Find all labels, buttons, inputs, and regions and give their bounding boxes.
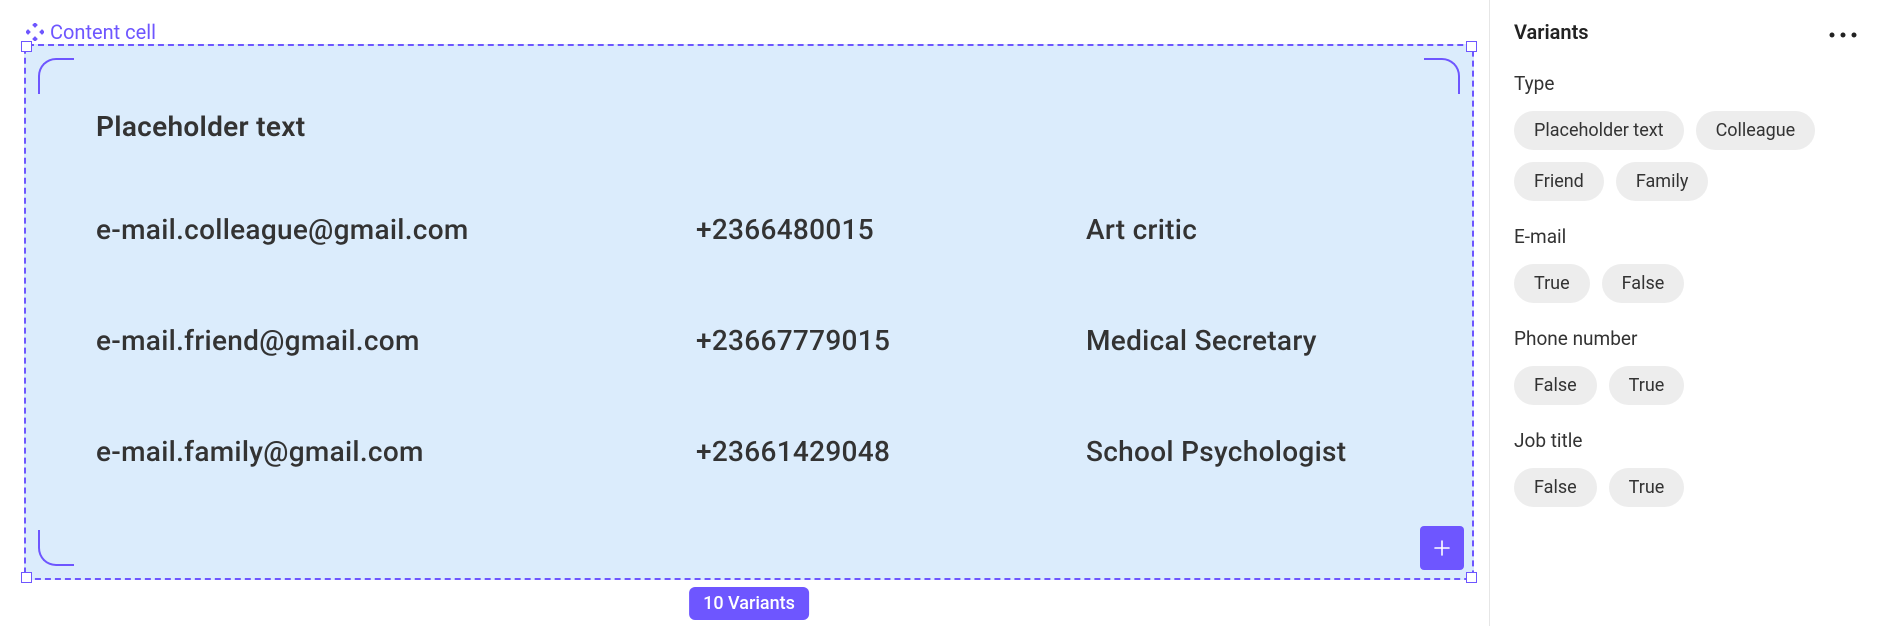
- selection-handle-br[interactable]: [1466, 572, 1477, 583]
- cell-phone: +2366480015: [696, 213, 1086, 246]
- variant-option[interactable]: Placeholder text: [1514, 111, 1684, 150]
- component-icon: [26, 23, 44, 41]
- cell-email: e-mail.colleague@gmail.com: [96, 213, 696, 246]
- variant-option[interactable]: True: [1514, 264, 1590, 303]
- variant-option[interactable]: Friend: [1514, 162, 1604, 201]
- variant-property-type: Type Placeholder text Colleague Friend F…: [1514, 72, 1860, 201]
- cell-job: School Psychologist: [1086, 435, 1346, 468]
- cell-phone: +23667779015: [696, 324, 1086, 357]
- cell-job: Art critic: [1086, 213, 1197, 246]
- variant-option[interactable]: True: [1609, 468, 1685, 507]
- variant-option[interactable]: False: [1602, 264, 1685, 303]
- corner-radius-handle[interactable]: [1424, 530, 1460, 566]
- ellipsis-icon: [1829, 23, 1857, 42]
- selection-handle-tl[interactable]: [21, 41, 32, 52]
- canvas[interactable]: Content cell Placeholder text e-mail.col…: [0, 0, 1489, 626]
- table-row: e-mail.friend@gmail.com +23667779015 Med…: [96, 324, 1402, 357]
- corner-radius-handle[interactable]: [38, 58, 74, 94]
- corner-radius-handle[interactable]: [1424, 58, 1460, 94]
- variants-count-badge[interactable]: 10 Variants: [689, 587, 809, 620]
- variant-option[interactable]: False: [1514, 468, 1597, 507]
- property-label: Job title: [1514, 429, 1860, 452]
- variant-property-email: E-mail True False: [1514, 225, 1860, 303]
- corner-radius-handle[interactable]: [38, 530, 74, 566]
- cell-phone: +23661429048: [696, 435, 1086, 468]
- property-label: E-mail: [1514, 225, 1860, 248]
- more-options-button[interactable]: [1826, 22, 1860, 42]
- table-row: e-mail.family@gmail.com +23661429048 Sch…: [96, 435, 1402, 468]
- selection-handle-tr[interactable]: [1466, 41, 1477, 52]
- component-name-text: Content cell: [50, 20, 156, 44]
- property-label: Phone number: [1514, 327, 1860, 350]
- table-row: e-mail.colleague@gmail.com +2366480015 A…: [96, 213, 1402, 246]
- variant-property-phone: Phone number False True: [1514, 327, 1860, 405]
- variant-option[interactable]: Family: [1616, 162, 1709, 201]
- component-label[interactable]: Content cell: [26, 20, 156, 44]
- cell-job: Medical Secretary: [1086, 324, 1317, 357]
- placeholder-text-header: Placeholder text: [96, 110, 1402, 143]
- properties-panel: Variants Type Placeholder text Colleague…: [1489, 0, 1884, 626]
- cell-email: e-mail.family@gmail.com: [96, 435, 696, 468]
- variant-option[interactable]: Colleague: [1696, 111, 1816, 150]
- cell-email: e-mail.friend@gmail.com: [96, 324, 696, 357]
- variant-option[interactable]: True: [1609, 366, 1685, 405]
- panel-title: Variants: [1514, 20, 1589, 44]
- property-label: Type: [1514, 72, 1860, 95]
- variants-frame[interactable]: Placeholder text e-mail.colleague@gmail.…: [24, 44, 1474, 580]
- variant-option[interactable]: False: [1514, 366, 1597, 405]
- selection-handle-bl[interactable]: [21, 572, 32, 583]
- variant-property-jobtitle: Job title False True: [1514, 429, 1860, 507]
- content-grid: Placeholder text e-mail.colleague@gmail.…: [26, 46, 1472, 518]
